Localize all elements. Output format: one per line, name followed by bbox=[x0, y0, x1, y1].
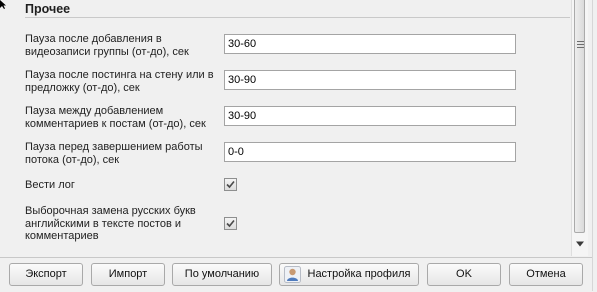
window-edge bbox=[592, 0, 597, 291]
cursor-icon bbox=[0, 0, 6, 9]
replace-letters-label: Выборочная замена русских букв английски… bbox=[25, 205, 196, 242]
settings-pane: Прочее Пауза после добавления в видеозап… bbox=[0, 0, 571, 256]
pause-post-wall-input[interactable] bbox=[224, 70, 516, 90]
keep-log-checkbox[interactable] bbox=[224, 178, 237, 191]
arrow-down-icon[interactable] bbox=[575, 240, 585, 248]
checkmark-icon bbox=[226, 180, 235, 189]
pause-add-video-input[interactable] bbox=[224, 34, 516, 54]
pause-finish-label: Пауза перед завершением работы потока (о… bbox=[25, 141, 203, 166]
pause-comments-label: Пауза между добавлением комментариев к п… bbox=[25, 105, 206, 130]
scrollbar-thumb[interactable] bbox=[574, 0, 585, 233]
section-divider bbox=[25, 17, 570, 18]
profile-settings-label: Настройка профиля bbox=[307, 268, 411, 280]
pause-post-wall-label: Пауза после постинга на стену или в пред… bbox=[25, 69, 214, 94]
pause-comments-input[interactable] bbox=[224, 106, 516, 126]
cancel-button[interactable]: Отмена bbox=[509, 263, 583, 286]
settings-window: Прочее Пауза после добавления в видеозап… bbox=[0, 0, 597, 292]
user-profile-icon bbox=[284, 266, 301, 283]
import-button[interactable]: Импорт bbox=[91, 263, 165, 286]
profile-settings-button[interactable]: Настройка профиля bbox=[279, 263, 419, 286]
button-bar: Экспорт Импорт По умолчанию Настройка пр… bbox=[0, 257, 592, 292]
keep-log-label: Вести лог bbox=[25, 179, 75, 191]
vertical-scrollbar[interactable] bbox=[571, 0, 588, 256]
scroll-grip-icon bbox=[577, 41, 584, 48]
pause-add-video-label: Пауза после добавления в видеозаписи гру… bbox=[25, 33, 189, 58]
checkmark-icon bbox=[226, 219, 235, 228]
ok-button[interactable]: OK bbox=[427, 263, 501, 286]
section-title: Прочее bbox=[25, 2, 71, 16]
replace-letters-checkbox[interactable] bbox=[224, 217, 237, 230]
export-button[interactable]: Экспорт bbox=[9, 263, 83, 286]
defaults-button[interactable]: По умолчанию bbox=[172, 263, 272, 286]
pause-finish-input[interactable] bbox=[224, 142, 516, 162]
